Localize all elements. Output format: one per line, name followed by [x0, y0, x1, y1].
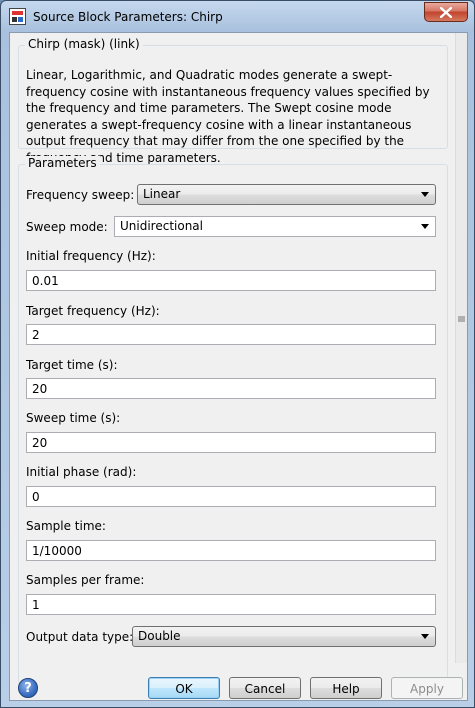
mask-description: Linear, Logarithmic, and Quadratic modes…	[26, 68, 430, 165]
vertical-scrollbar[interactable]	[455, 33, 467, 663]
cancel-button[interactable]: Cancel	[229, 677, 301, 699]
samples-per-frame-field[interactable]: 1	[26, 594, 436, 615]
initial-frequency-field[interactable]: 0.01	[26, 270, 436, 291]
close-button[interactable]	[424, 2, 468, 22]
sweep-time-field[interactable]: 20	[26, 432, 436, 453]
output-data-type-label: Output data type:	[26, 630, 134, 644]
dialog-window: Source Block Parameters: Chirp Chirp (ma…	[0, 0, 475, 708]
sweep-mode-dropdown[interactable]: Unidirectional	[114, 216, 436, 237]
initial-phase-field[interactable]: 0	[26, 486, 436, 507]
frequency-sweep-dropdown[interactable]: Linear	[137, 184, 436, 205]
help-icon[interactable]: ?	[18, 678, 38, 698]
output-data-type-value: Double	[138, 629, 181, 643]
initial-phase-label: Initial phase (rad):	[26, 465, 137, 479]
samples-per-frame-label: Samples per frame:	[26, 573, 145, 587]
sweep-mode-value: Unidirectional	[120, 219, 203, 233]
sample-time-field[interactable]: 1/10000	[26, 540, 436, 561]
frequency-sweep-value: Linear	[143, 187, 181, 201]
chevron-down-icon	[421, 192, 429, 197]
output-data-type-dropdown[interactable]: Double	[132, 626, 436, 647]
title-bar[interactable]: Source Block Parameters: Chirp	[1, 1, 474, 33]
sample-time-label: Sample time:	[26, 519, 106, 533]
chevron-down-icon	[421, 224, 429, 229]
chevron-down-icon	[421, 634, 429, 639]
button-bar: ? OK Cancel Help Apply	[10, 663, 467, 700]
help-button[interactable]: Help	[310, 677, 382, 699]
parameters-legend: Parameters	[25, 156, 100, 170]
initial-frequency-label: Initial frequency (Hz):	[26, 249, 156, 263]
frequency-sweep-label: Frequency sweep:	[26, 188, 135, 202]
close-icon	[440, 6, 452, 18]
simulink-block-icon	[9, 8, 26, 25]
ok-button[interactable]: OK	[148, 677, 220, 699]
target-time-field[interactable]: 20	[26, 378, 436, 399]
mask-description-group: Chirp (mask) (link) Linear, Logarithmic,…	[18, 37, 448, 165]
scroll-grip-icon	[458, 316, 465, 322]
apply-button[interactable]: Apply	[391, 677, 463, 699]
mask-legend: Chirp (mask) (link)	[25, 37, 143, 51]
window-title: Source Block Parameters: Chirp	[33, 10, 223, 24]
target-time-label: Target time (s):	[26, 358, 118, 372]
target-frequency-label: Target frequency (Hz):	[26, 304, 160, 318]
sweep-time-label: Sweep time (s):	[26, 411, 121, 425]
target-frequency-field[interactable]: 2	[26, 324, 436, 345]
dialog-body: Chirp (mask) (link) Linear, Logarithmic,…	[9, 32, 468, 701]
sweep-mode-label: Sweep mode:	[26, 220, 108, 234]
